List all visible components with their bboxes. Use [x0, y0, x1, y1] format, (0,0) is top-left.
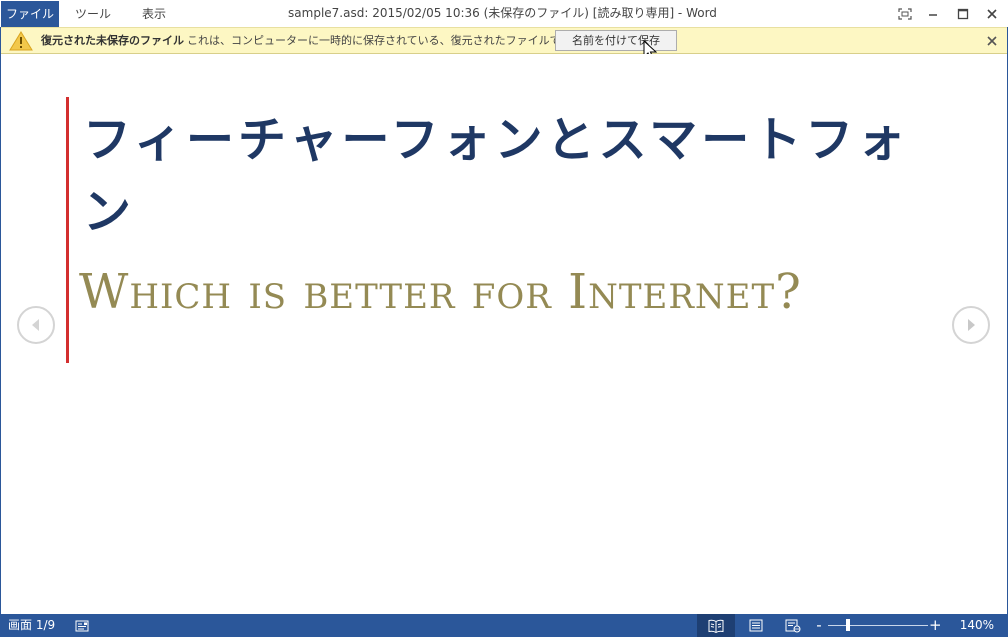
web-layout-button[interactable]: [782, 617, 804, 634]
zoom-in-button[interactable]: +: [929, 614, 942, 636]
arrow-right-icon: [968, 319, 975, 331]
print-layout-button[interactable]: [745, 617, 767, 634]
menu-tools[interactable]: ツール: [62, 1, 124, 27]
book-icon: [708, 619, 724, 633]
save-as-button[interactable]: 名前を付けて保存: [555, 30, 677, 51]
read-mode-button[interactable]: [697, 614, 735, 637]
document-heading: フィーチャーフォンとスマートフォン: [83, 112, 910, 240]
warning-icon: [9, 31, 33, 51]
status-bar: 画面 1/9 - + 140%: [0, 614, 1008, 637]
title-bar: ファイル ツール 表示 sample7.asd: 2015/02/05 10:3…: [0, 0, 1008, 27]
infobar-close-button[interactable]: [983, 32, 1001, 50]
maximize-button[interactable]: [949, 2, 977, 26]
infobar-message: これは、コンピューターに一時的に保存されている、復元されたファイルです。: [187, 34, 582, 47]
document-reading-area: フィーチャーフォンとスマートフォン Which is better for In…: [1, 54, 1007, 614]
fullscreen-icon: [898, 8, 912, 20]
close-icon: [987, 9, 997, 19]
macro-record-button[interactable]: [74, 617, 90, 634]
recovered-file-infobar: 復元された未保存のファイル これは、コンピューターに一時的に保存されている、復元…: [1, 27, 1007, 54]
minimize-icon: [929, 14, 937, 16]
macro-icon: [75, 620, 89, 631]
previous-page-button[interactable]: [17, 306, 55, 344]
menu-file[interactable]: ファイル: [1, 1, 59, 27]
next-page-button[interactable]: [952, 306, 990, 344]
window-close-button[interactable]: [978, 2, 1006, 26]
zoom-out-button[interactable]: -: [814, 614, 824, 636]
infobar-title: 復元された未保存のファイル: [41, 34, 184, 47]
accent-bar: [66, 97, 69, 363]
web-layout-icon: [785, 619, 801, 632]
document-title: sample7.asd: 2015/02/05 10:36 (未保存のファイル)…: [288, 6, 717, 20]
zoom-level[interactable]: 140%: [950, 614, 994, 637]
menu-view[interactable]: 表示: [126, 1, 182, 27]
minimize-button[interactable]: [919, 2, 947, 26]
close-icon: [987, 36, 997, 46]
document-subtitle: Which is better for Internet?: [79, 264, 802, 320]
page-icon: [749, 619, 763, 632]
zoom-slider-track[interactable]: [828, 625, 928, 626]
zoom-slider-thumb[interactable]: [846, 619, 850, 631]
fullscreen-button[interactable]: [891, 2, 919, 26]
arrow-left-icon: [32, 319, 39, 331]
maximize-icon: [957, 8, 969, 20]
page-indicator[interactable]: 画面 1/9: [8, 614, 55, 637]
